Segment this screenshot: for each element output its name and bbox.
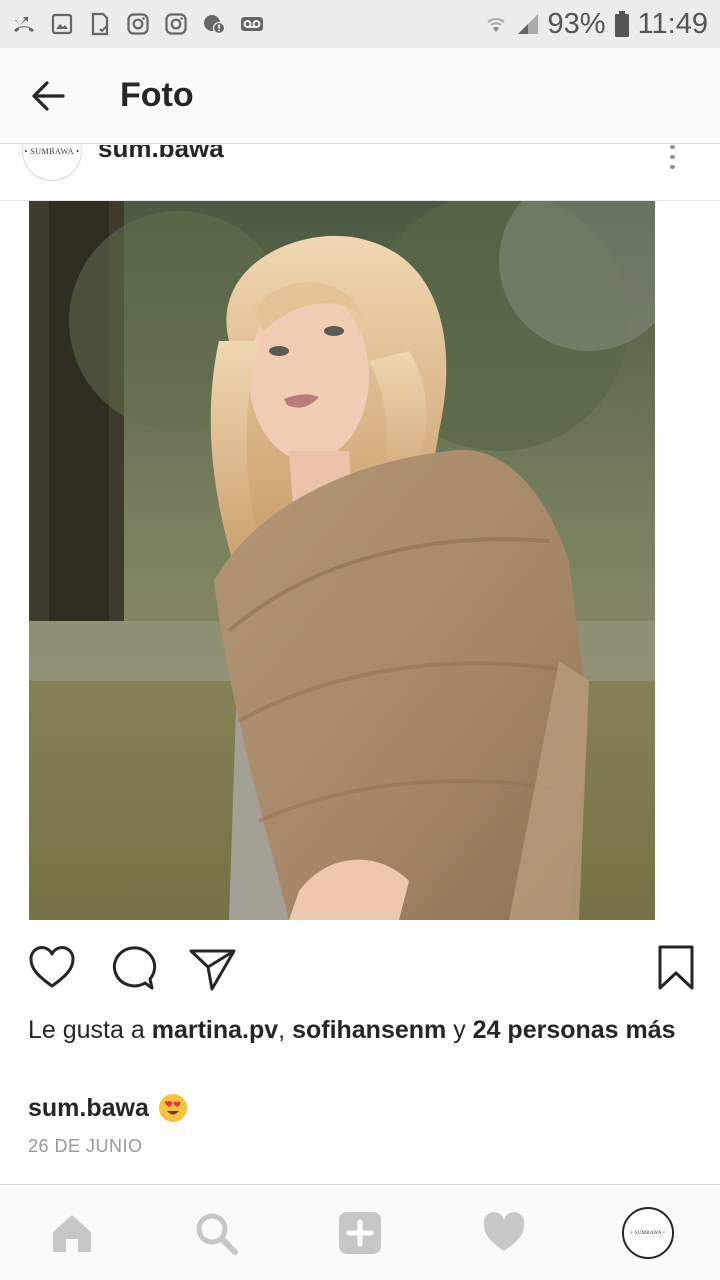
profile-avatar-label: • SUMBAWA • bbox=[630, 1230, 666, 1236]
likes-and: y bbox=[446, 1016, 473, 1044]
likes-prefix: Le gusta a bbox=[28, 1016, 152, 1044]
chat-alert-icon bbox=[202, 12, 226, 36]
likes-line: Le gusta a martina.pv, sofihansenm y 24 … bbox=[28, 1012, 688, 1049]
sd-card-icon bbox=[88, 12, 112, 36]
search-icon[interactable] bbox=[188, 1205, 244, 1261]
liker-2[interactable]: sofihansenm bbox=[292, 1016, 446, 1044]
likes-separator: , bbox=[278, 1016, 293, 1044]
missed-call-icon bbox=[12, 12, 36, 36]
home-icon[interactable] bbox=[44, 1205, 100, 1261]
add-post-icon[interactable] bbox=[332, 1205, 388, 1261]
page-title: Foto bbox=[120, 76, 194, 114]
liker-1[interactable]: martina.pv bbox=[152, 1016, 278, 1044]
send-icon[interactable] bbox=[186, 942, 238, 994]
caption: sum.bawa bbox=[28, 1090, 187, 1126]
activity-heart-icon[interactable] bbox=[476, 1205, 532, 1261]
voicemail-icon bbox=[240, 12, 264, 36]
bookmark-icon[interactable] bbox=[650, 942, 702, 994]
post-username[interactable]: sum.bawa bbox=[98, 145, 224, 164]
gallery-icon bbox=[50, 12, 74, 36]
likes-others[interactable]: 24 personas más bbox=[473, 1016, 676, 1044]
status-bar: 93% 11:49 bbox=[0, 0, 720, 48]
instagram-icon bbox=[126, 12, 150, 36]
profile-avatar[interactable]: • SUMBAWA • bbox=[622, 1207, 674, 1259]
portrait-photo bbox=[29, 201, 655, 920]
clock: 11:49 bbox=[637, 7, 708, 40]
post-date: 26 DE JUNIO bbox=[28, 1136, 143, 1156]
post-photo[interactable] bbox=[29, 201, 655, 920]
heart-eyes-emoji-icon bbox=[158, 1094, 187, 1122]
post-actions bbox=[0, 938, 720, 998]
notification-icons bbox=[12, 12, 264, 36]
arrow-left-icon bbox=[32, 80, 65, 111]
back-button[interactable] bbox=[0, 48, 96, 144]
caption-username[interactable]: sum.bawa bbox=[28, 1090, 149, 1126]
bottom-nav: • SUMBAWA • bbox=[0, 1184, 720, 1280]
comment-bubble-icon[interactable] bbox=[106, 942, 158, 994]
signal-icon bbox=[516, 12, 540, 36]
battery-percent: 93% bbox=[547, 7, 606, 40]
vertical-dots-icon[interactable] bbox=[664, 145, 680, 169]
avatar[interactable]: • SUMBAWA • bbox=[22, 145, 82, 181]
wifi-icon bbox=[484, 12, 508, 36]
battery-icon bbox=[614, 11, 630, 37]
instagram-icon bbox=[164, 12, 188, 36]
heart-outline-icon[interactable] bbox=[26, 942, 78, 994]
avatar-label: • SUMBAWA • bbox=[24, 146, 80, 156]
post-header: • SUMBAWA • sum.bawa bbox=[0, 145, 720, 201]
system-status: 93% 11:49 bbox=[484, 8, 708, 41]
app-bar: Foto bbox=[0, 48, 720, 144]
